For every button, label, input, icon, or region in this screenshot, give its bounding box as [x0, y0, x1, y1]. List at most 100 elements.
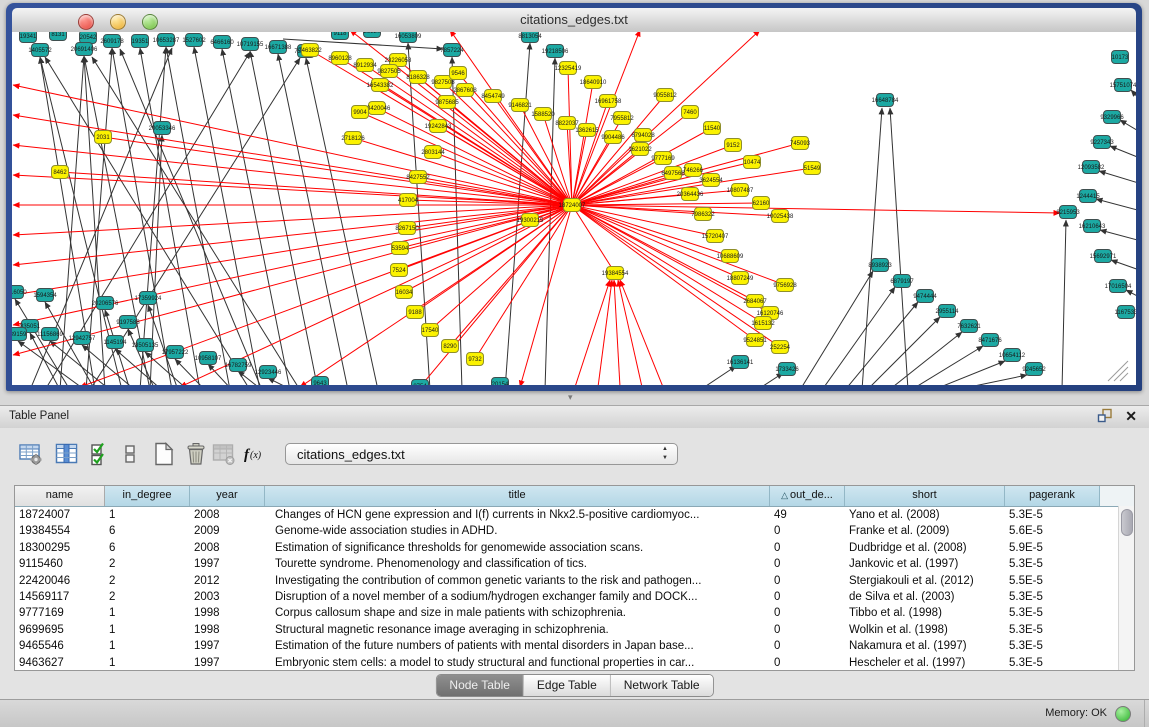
cell-year[interactable]: 2012	[190, 573, 265, 589]
memory-status-indicator[interactable]	[1115, 706, 1131, 722]
cell-in_degree[interactable]: 2	[105, 556, 190, 572]
cell-name[interactable]: 18300295	[15, 540, 105, 556]
cell-title[interactable]: Changes of HCN gene expression and I(f) …	[265, 507, 770, 523]
cell-short[interactable]: Dudbridge et al. (2008)	[845, 540, 1005, 556]
column-header-short[interactable]: short	[845, 486, 1005, 506]
cell-pagerank[interactable]: 5.3E-5	[1005, 605, 1100, 621]
network-graph[interactable]: 1934181312054214055722069140626091781935…	[12, 32, 1136, 385]
cell-short[interactable]: Yano et al. (2008)	[845, 507, 1005, 523]
table-select-dropdown[interactable]: citations_edges.txt ▲▼	[285, 443, 678, 465]
cell-title[interactable]: Genome-wide association studies in ADHD.	[265, 523, 770, 539]
column-header-out_degree[interactable]: △out_de...	[770, 486, 845, 506]
tab-edge-table[interactable]: Edge Table	[524, 675, 611, 696]
column-header-in_degree[interactable]: in_degree	[105, 486, 190, 506]
row-select-icon[interactable]	[90, 442, 110, 466]
cell-pagerank[interactable]: 5.3E-5	[1005, 556, 1100, 572]
cell-name[interactable]: 19384554	[15, 523, 105, 539]
table-row[interactable]: 969969511998Structural magnetic resonanc…	[15, 622, 1134, 638]
table-row[interactable]: 1830029562008Estimation of significance …	[15, 540, 1134, 556]
cell-title[interactable]: Investigating the contribution of common…	[265, 573, 770, 589]
network-window-titlebar[interactable]: citations_edges.txt	[12, 8, 1136, 33]
cell-year[interactable]: 2003	[190, 589, 265, 605]
table-row[interactable]: 2242004622012Investigating the contribut…	[15, 573, 1134, 589]
cell-short[interactable]: Jankovic et al. (1997)	[845, 556, 1005, 572]
cell-title[interactable]: Disruption of a novel member of a sodium…	[265, 589, 770, 605]
column-header-name[interactable]: name	[15, 486, 105, 506]
table-row[interactable]: 946362711997Embryonic stem cells: a mode…	[15, 655, 1134, 671]
cell-out_degree[interactable]: 0	[770, 540, 845, 556]
cell-in_degree[interactable]: 1	[105, 605, 190, 621]
cell-pagerank[interactable]: 5.5E-5	[1005, 573, 1100, 589]
cell-year[interactable]: 2008	[190, 507, 265, 523]
cell-out_degree[interactable]: 0	[770, 655, 845, 671]
cell-out_degree[interactable]: 49	[770, 507, 845, 523]
cell-pagerank[interactable]: 5.3E-5	[1005, 507, 1100, 523]
table-settings-icon[interactable]	[19, 442, 43, 466]
cell-out_degree[interactable]: 0	[770, 622, 845, 638]
cell-name[interactable]: 9699695	[15, 622, 105, 638]
rows-icon[interactable]	[123, 442, 137, 466]
cell-year[interactable]: 1997	[190, 655, 265, 671]
table-row[interactable]: 1938455462009Genome-wide association stu…	[15, 523, 1134, 539]
cell-year[interactable]: 1997	[190, 638, 265, 654]
cell-short[interactable]: Nakamura et al. (1997)	[845, 638, 1005, 654]
table-row[interactable]: 1456911722003Disruption of a novel membe…	[15, 589, 1134, 605]
cell-out_degree[interactable]: 0	[770, 573, 845, 589]
cell-pagerank[interactable]: 5.6E-5	[1005, 523, 1100, 539]
cell-pagerank[interactable]: 5.3E-5	[1005, 655, 1100, 671]
split-pane-handle[interactable]: ▾	[568, 392, 573, 403]
cell-in_degree[interactable]: 1	[105, 622, 190, 638]
cell-short[interactable]: Tibbo et al. (1998)	[845, 605, 1005, 621]
cell-short[interactable]: Hescheler et al. (1997)	[845, 655, 1005, 671]
network-view-window[interactable]: citations_edges.txt 19341813120542140557…	[6, 3, 1142, 391]
cell-year[interactable]: 2008	[190, 540, 265, 556]
cell-name[interactable]: 14569117	[15, 589, 105, 605]
cell-title[interactable]: Estimation of significance thresholds fo…	[265, 540, 770, 556]
cell-out_degree[interactable]: 0	[770, 589, 845, 605]
float-panel-icon[interactable]	[1097, 408, 1113, 424]
column-visibility-icon[interactable]	[55, 442, 79, 466]
cell-year[interactable]: 1997	[190, 556, 265, 572]
cell-pagerank[interactable]: 5.3E-5	[1005, 622, 1100, 638]
cell-year[interactable]: 1998	[190, 605, 265, 621]
cell-name[interactable]: 18724007	[15, 507, 105, 523]
cell-name[interactable]: 22420046	[15, 573, 105, 589]
cell-title[interactable]: Structural magnetic resonance image aver…	[265, 622, 770, 638]
cell-title[interactable]: Corpus callosum shape and size in male p…	[265, 605, 770, 621]
cell-title[interactable]: Estimation of the future numbers of pati…	[265, 638, 770, 654]
cell-name[interactable]: 9115460	[15, 556, 105, 572]
cell-pagerank[interactable]: 5.3E-5	[1005, 638, 1100, 654]
cell-out_degree[interactable]: 0	[770, 556, 845, 572]
column-header-title[interactable]: title	[265, 486, 770, 506]
cell-year[interactable]: 2009	[190, 523, 265, 539]
cell-name[interactable]: 9777169	[15, 605, 105, 621]
cell-out_degree[interactable]: 0	[770, 638, 845, 654]
table-row[interactable]: 911546021997Tourette syndrome. Phenomeno…	[15, 556, 1134, 572]
table-scrollbar[interactable]	[1118, 506, 1134, 670]
cell-short[interactable]: Franke et al. (2009)	[845, 523, 1005, 539]
cell-out_degree[interactable]: 0	[770, 605, 845, 621]
cell-year[interactable]: 1998	[190, 622, 265, 638]
cell-name[interactable]: 9465546	[15, 638, 105, 654]
table-row[interactable]: 1872400712008Changes of HCN gene express…	[15, 507, 1134, 523]
column-header-pagerank[interactable]: pagerank	[1005, 486, 1100, 506]
cell-short[interactable]: Stergiakouli et al. (2012)	[845, 573, 1005, 589]
close-panel-icon[interactable]: ✕	[1125, 408, 1137, 424]
table-row[interactable]: 977716911998Corpus callosum shape and si…	[15, 605, 1134, 621]
cell-short[interactable]: de Silva et al. (2003)	[845, 589, 1005, 605]
network-canvas[interactable]: 1934181312054214055722069140626091781935…	[12, 32, 1136, 385]
cell-in_degree[interactable]: 6	[105, 540, 190, 556]
cell-pagerank[interactable]: 5.3E-5	[1005, 589, 1100, 605]
tab-node-table[interactable]: Node Table	[436, 675, 524, 696]
cell-title[interactable]: Tourette syndrome. Phenomenology and cla…	[265, 556, 770, 572]
delete-table-icon[interactable]	[184, 442, 208, 466]
cell-in_degree[interactable]: 1	[105, 507, 190, 523]
function-builder-icon[interactable]: f (x)	[243, 442, 269, 466]
cell-short[interactable]: Wolkin et al. (1998)	[845, 622, 1005, 638]
cell-pagerank[interactable]: 5.9E-5	[1005, 540, 1100, 556]
cell-in_degree[interactable]: 1	[105, 655, 190, 671]
column-header-year[interactable]: year	[190, 486, 265, 506]
tab-network-table[interactable]: Network Table	[611, 675, 713, 696]
canvas-resize-grip[interactable]	[1108, 361, 1128, 381]
cell-in_degree[interactable]: 1	[105, 638, 190, 654]
